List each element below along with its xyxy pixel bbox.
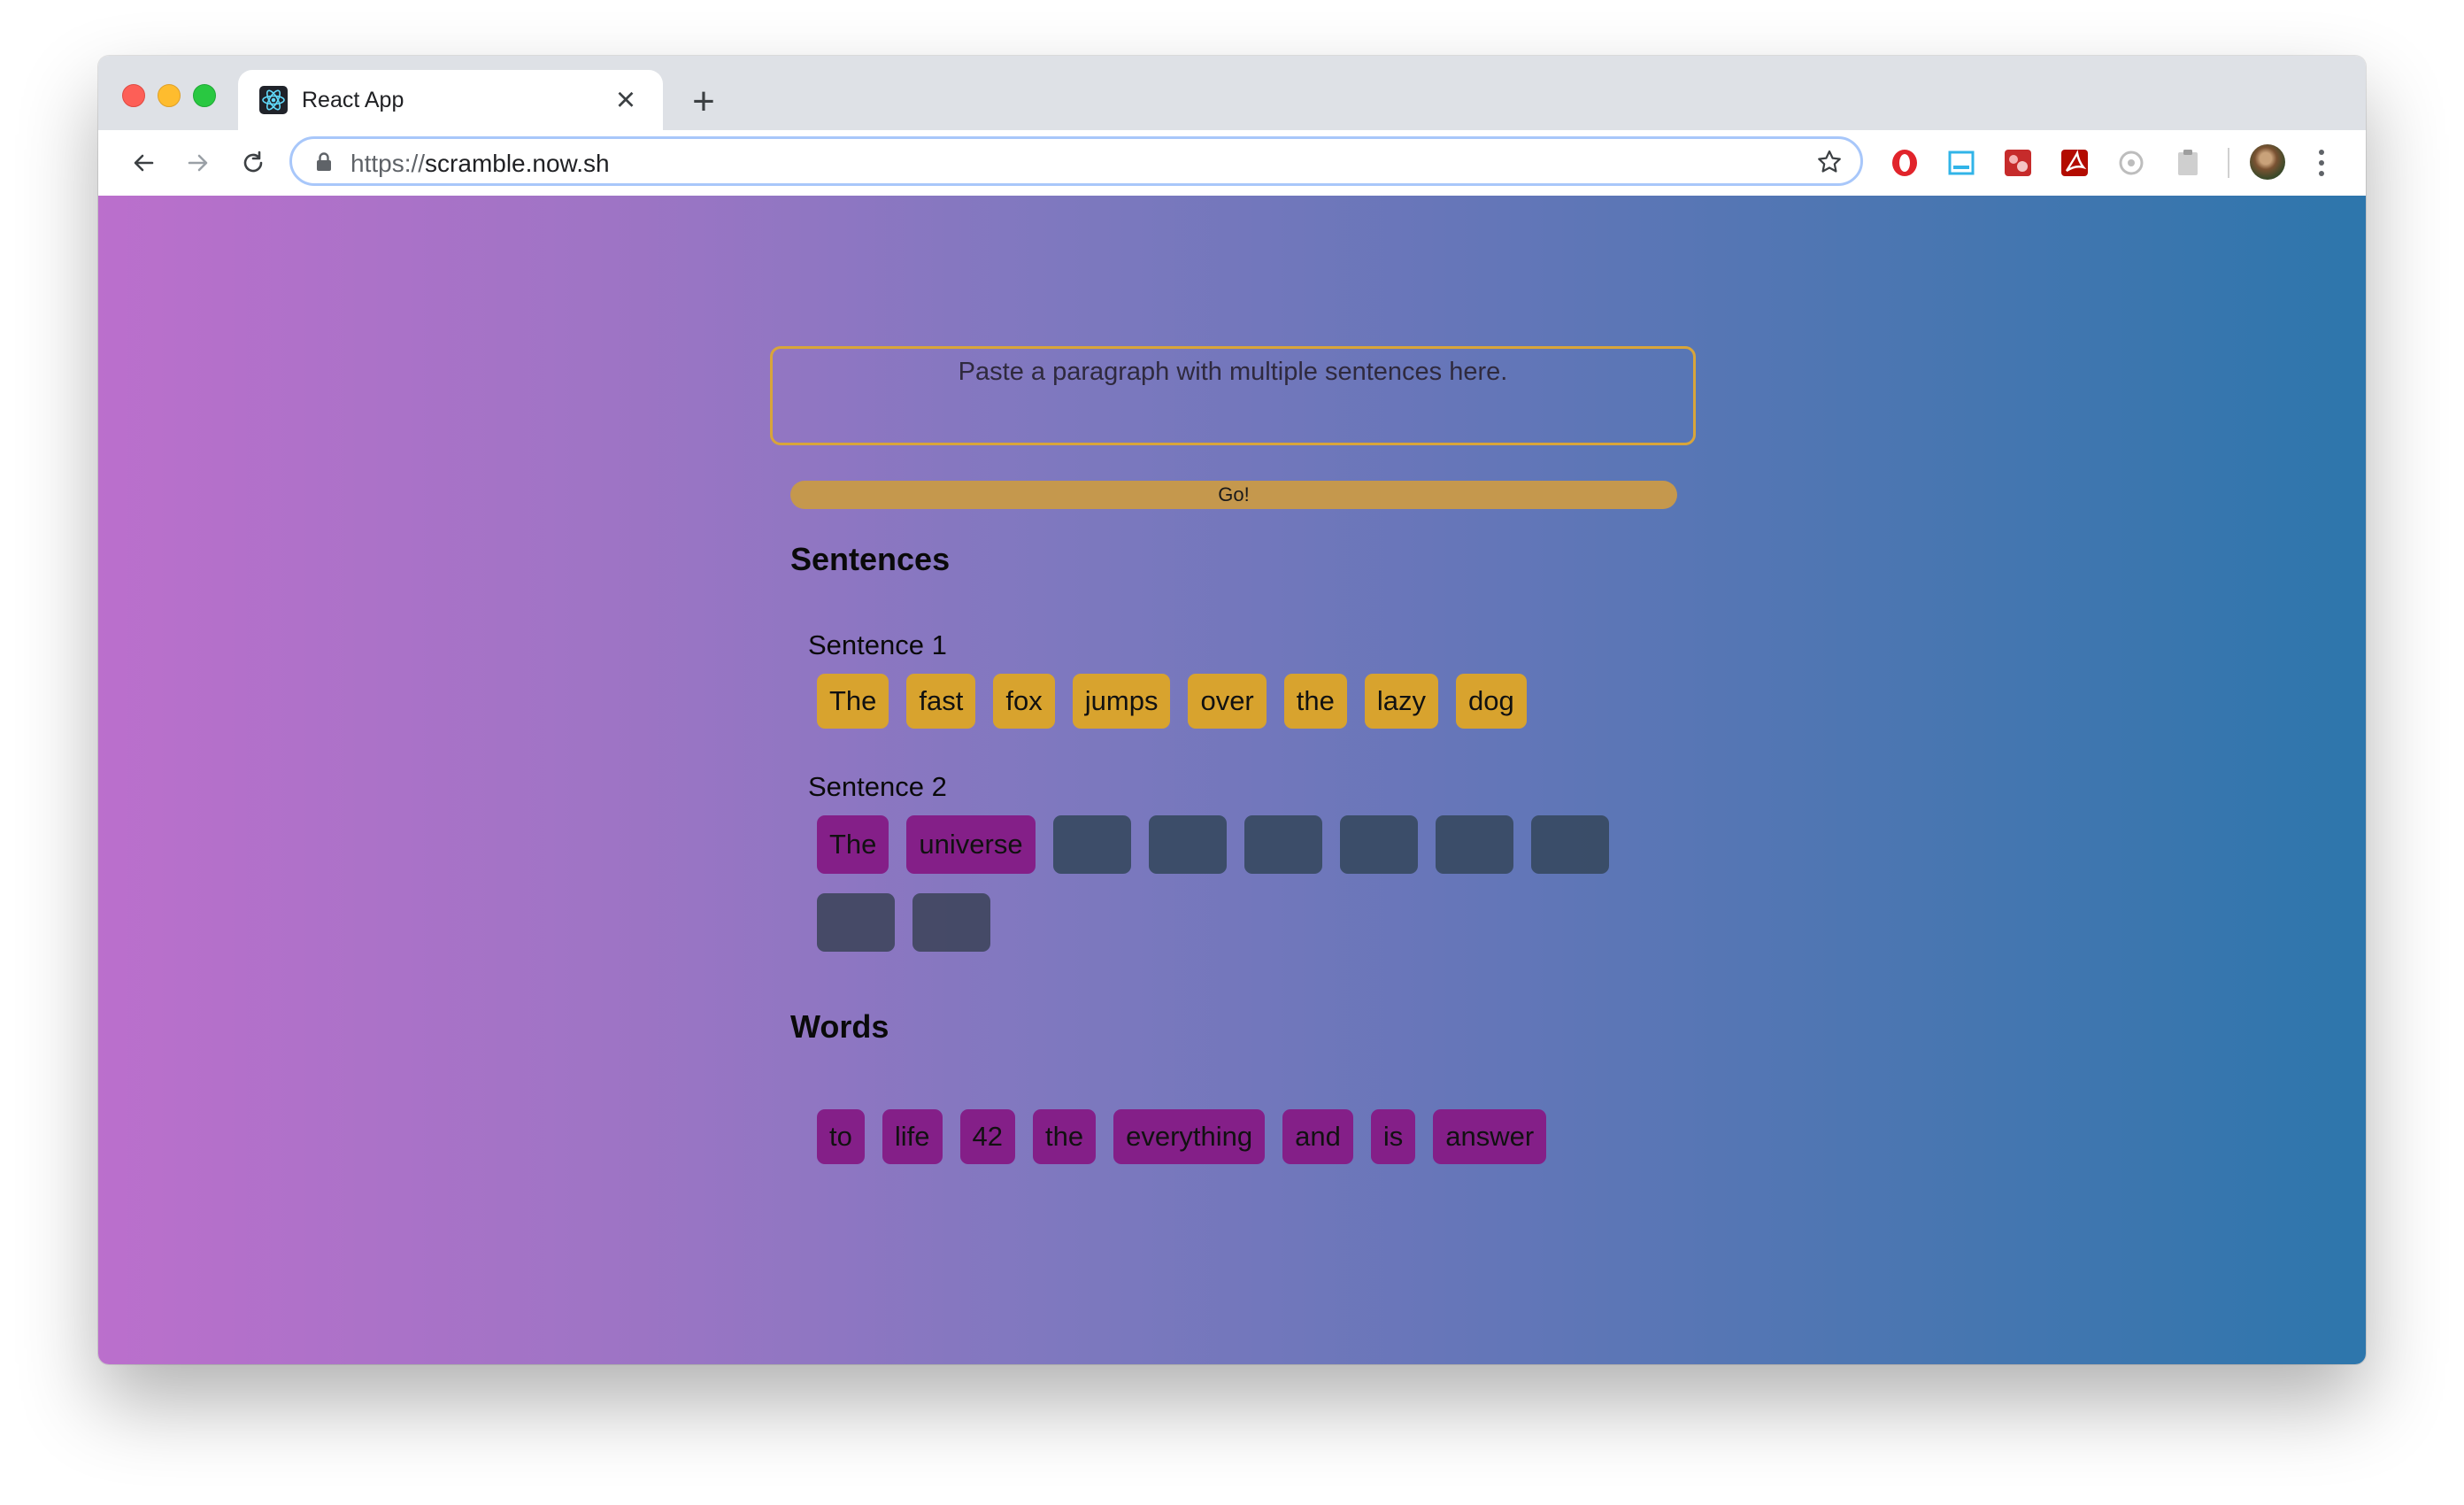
lock-icon: [315, 151, 333, 177]
tab-title: React App: [302, 88, 404, 112]
more-menu-icon[interactable]: [2313, 146, 2330, 181]
sentence-word-chip[interactable]: lazy: [1364, 674, 1439, 729]
sentence-2-label: Sentence 2: [808, 771, 947, 802]
adobe-acrobat-icon[interactable]: [2058, 146, 2091, 180]
sentence-word-chip[interactable]: jumps: [1072, 674, 1171, 729]
word-bank: to life 42 the everything and is answer: [817, 1109, 1564, 1164]
sentence-1-label: Sentence 1: [808, 629, 947, 660]
maximize-window-button[interactable]: [193, 84, 216, 107]
minimize-window-button[interactable]: [158, 84, 181, 107]
url-host: scramble.now.sh: [425, 150, 610, 177]
sentence-word-chip[interactable]: The: [817, 674, 889, 729]
empty-word-slot[interactable]: [912, 893, 990, 952]
tab-strip: React App × +: [98, 56, 2366, 130]
photo-icon[interactable]: [2001, 146, 2035, 180]
empty-word-slot[interactable]: [1339, 815, 1418, 874]
back-icon[interactable]: [121, 141, 166, 185]
paragraph-input-placeholder: Paste a paragraph with multiple sentence…: [958, 358, 1508, 386]
gear-extension-icon[interactable]: [2114, 146, 2148, 180]
empty-word-slot[interactable]: [1148, 815, 1227, 874]
sentence-1-words: The fast fox jumps over the lazy dog: [817, 674, 1544, 729]
word-bank-chip[interactable]: answer: [1433, 1109, 1547, 1164]
sentence-word-chip[interactable]: the: [1283, 674, 1347, 729]
empty-word-slot[interactable]: [1052, 815, 1131, 874]
profile-avatar[interactable]: [2250, 144, 2285, 180]
empty-word-slot[interactable]: [1530, 815, 1609, 874]
browser-toolbar: https://scramble.now.sh: [98, 130, 2366, 197]
react-icon: [259, 86, 288, 114]
word-bank-chip[interactable]: and: [1282, 1109, 1353, 1164]
sentence-word-chip[interactable]: over: [1188, 674, 1267, 729]
opera-icon[interactable]: [1888, 146, 1921, 180]
sentence-word-chip[interactable]: fox: [993, 674, 1055, 729]
new-tab-button[interactable]: +: [682, 81, 725, 123]
empty-word-slot[interactable]: [817, 893, 895, 952]
bookmark-star-icon[interactable]: [1816, 149, 1843, 180]
word-bank-chip[interactable]: the: [1032, 1109, 1097, 1164]
sentence-word-chip[interactable]: dog: [1456, 674, 1527, 729]
words-heading: Words: [790, 1008, 889, 1045]
sentences-heading: Sentences: [790, 541, 951, 577]
word-bank-chip[interactable]: everything: [1113, 1109, 1266, 1164]
word-bank-chip[interactable]: life: [882, 1109, 943, 1164]
browser-window: React App × + https://scramble.now.sh Pa…: [98, 56, 2366, 1364]
reload-icon[interactable]: [231, 141, 275, 185]
sentence-word-chip[interactable]: universe: [906, 815, 1036, 874]
page-viewport: Paste a paragraph with multiple sentence…: [98, 196, 2366, 1364]
clipboard-extension-icon[interactable]: [2171, 146, 2205, 180]
url-text: https://scramble.now.sh: [350, 150, 610, 178]
sentence-2-words: The universe: [817, 815, 1649, 971]
empty-word-slot[interactable]: [1435, 815, 1513, 874]
word-bank-chip[interactable]: is: [1370, 1109, 1416, 1164]
tab-react-app[interactable]: React App ×: [238, 70, 663, 130]
go-button[interactable]: Go!: [790, 481, 1677, 509]
toolbar-separator: [2228, 148, 2229, 178]
url-scheme: https://: [350, 150, 426, 177]
tab-icon[interactable]: [1944, 146, 1978, 180]
sentence-word-chip[interactable]: The: [817, 815, 889, 874]
scramble-app: Paste a paragraph with multiple sentence…: [98, 196, 2366, 1364]
word-bank-chip[interactable]: 42: [959, 1109, 1015, 1164]
empty-word-slot[interactable]: [1244, 815, 1322, 874]
word-bank-chip[interactable]: to: [817, 1109, 865, 1164]
tab-close-icon[interactable]: ×: [606, 81, 645, 120]
forward-icon[interactable]: [176, 141, 220, 185]
sentence-word-chip[interactable]: fast: [906, 674, 976, 729]
close-window-button[interactable]: [122, 84, 145, 107]
address-bar[interactable]: https://scramble.now.sh: [289, 136, 1863, 186]
paragraph-input[interactable]: Paste a paragraph with multiple sentence…: [770, 346, 1696, 445]
